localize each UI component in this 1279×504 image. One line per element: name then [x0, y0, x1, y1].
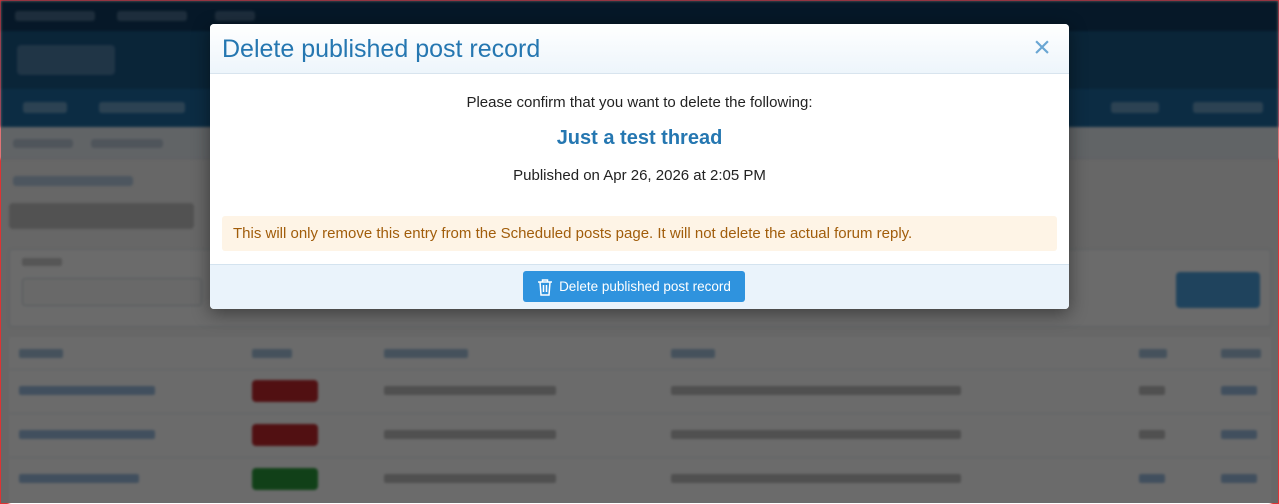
dialog-header: Delete published post record × [210, 24, 1069, 74]
dialog-body: Please confirm that you want to delete t… [210, 74, 1069, 264]
close-icon[interactable]: × [1029, 33, 1055, 63]
trash-icon [537, 278, 553, 296]
warning-notice: This will only remove this entry from th… [222, 216, 1057, 251]
dialog-title: Delete published post record [222, 35, 541, 63]
published-date: Published on Apr 26, 2026 at 2:05 PM [513, 167, 766, 184]
confirm-message: Please confirm that you want to delete t… [466, 94, 813, 111]
dialog-footer: Delete published post record [210, 264, 1069, 309]
thread-title-link[interactable]: Just a test thread [210, 127, 1069, 150]
delete-record-dialog: Delete published post record × Please co… [210, 24, 1069, 309]
delete-button-label: Delete published post record [559, 279, 731, 294]
delete-published-record-button[interactable]: Delete published post record [523, 271, 745, 302]
